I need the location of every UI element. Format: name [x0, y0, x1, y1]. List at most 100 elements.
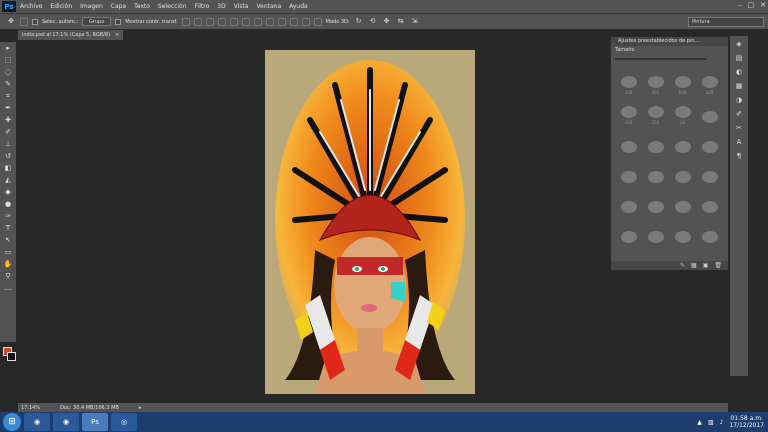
distribute-top-icon[interactable]: [253, 17, 262, 26]
align-top-icon[interactable]: [181, 17, 190, 26]
delete-icon[interactable]: 🗑: [714, 261, 722, 270]
background-color-swatch[interactable]: [7, 352, 16, 361]
rotate-3d-icon[interactable]: ↻: [354, 17, 364, 26]
menu-imagen[interactable]: Imagen: [76, 3, 107, 10]
brush-icon[interactable]: ✐: [734, 110, 744, 119]
channels-icon[interactable]: ▤: [734, 54, 744, 63]
align-right-icon[interactable]: [241, 17, 250, 26]
brush-preset[interactable]: [669, 159, 696, 185]
align-bottom-icon[interactable]: [205, 17, 214, 26]
panel-title[interactable]: Ajustes preestablecidos de pin...: [611, 37, 728, 46]
minimize-icon[interactable]: –: [738, 1, 742, 9]
auto-select-checkbox[interactable]: [32, 18, 38, 25]
menu-3d[interactable]: 3D: [213, 3, 229, 10]
distribute-right-icon[interactable]: [313, 17, 322, 26]
close-tab-icon[interactable]: ×: [115, 30, 119, 40]
path-select-tool[interactable]: ↖: [3, 236, 13, 245]
align-middle-icon[interactable]: [193, 17, 202, 26]
hand-tool[interactable]: ✋: [3, 260, 13, 269]
stamp-tool[interactable]: ⊥: [3, 140, 13, 149]
menu-seleccion[interactable]: Selección: [154, 3, 191, 10]
eyedropper-tool[interactable]: ✒: [3, 104, 13, 113]
eraser-tool[interactable]: ◧: [3, 164, 13, 173]
brush-preset[interactable]: 100: [669, 69, 696, 95]
lasso-tool[interactable]: ◌: [3, 68, 13, 77]
brush-preset[interactable]: 24: [669, 99, 696, 125]
paragraph-icon[interactable]: ¶: [734, 152, 744, 161]
workspace-select[interactable]: Pintura: [688, 17, 764, 27]
pen-tool[interactable]: ✑: [3, 212, 13, 221]
quick-select-tool[interactable]: ✎: [3, 80, 13, 89]
brush-preset[interactable]: [615, 219, 642, 245]
scale-3d-icon[interactable]: ⇲: [410, 17, 420, 26]
brush-preset[interactable]: [642, 129, 669, 155]
zoom-tool[interactable]: ⚲: [3, 272, 13, 281]
roll-3d-icon[interactable]: ⟲: [368, 17, 378, 26]
brush-preset[interactable]: 425: [696, 69, 723, 95]
menu-ayuda[interactable]: Ayuda: [285, 3, 312, 10]
menu-filtro[interactable]: Filtro: [191, 3, 214, 10]
status-arrow-icon[interactable]: ▸: [139, 405, 142, 411]
app-task-icon[interactable]: ◎: [111, 413, 137, 431]
brush-preset[interactable]: 491: [642, 69, 669, 95]
zoom-level[interactable]: 17,14%: [21, 405, 40, 411]
document-tab[interactable]: india.psd al 17,1% (Capa 5, RGB/8) ×: [18, 30, 124, 40]
brush-preset[interactable]: 100: [615, 69, 642, 95]
volume-icon[interactable]: ♪: [720, 419, 724, 426]
distribute-middle-icon[interactable]: [265, 17, 274, 26]
new-preset-icon[interactable]: ▣: [703, 261, 709, 270]
crop-tool[interactable]: ⌗: [3, 92, 13, 101]
brush-preset[interactable]: [615, 129, 642, 155]
align-center-icon[interactable]: [229, 17, 238, 26]
chrome-icon[interactable]: ◉: [53, 413, 79, 431]
brush-preset[interactable]: [642, 159, 669, 185]
slide-3d-icon[interactable]: ⇆: [396, 17, 406, 26]
align-left-icon[interactable]: [217, 17, 226, 26]
healing-tool[interactable]: ✚: [3, 116, 13, 125]
adjustments-icon[interactable]: ◑: [734, 96, 744, 105]
edit-toolbar-icon[interactable]: …: [3, 284, 13, 293]
grid-view-icon[interactable]: ▦: [691, 261, 697, 270]
brush-preset[interactable]: [696, 129, 723, 155]
color-icon[interactable]: ◐: [734, 68, 744, 77]
move-tool-icon[interactable]: ✥: [6, 17, 16, 26]
tray-icon[interactable]: ▲: [697, 419, 702, 426]
show-transform-checkbox[interactable]: [115, 18, 122, 25]
distribute-center-icon[interactable]: [301, 17, 310, 26]
type-tool[interactable]: T: [3, 224, 13, 233]
brush-preset[interactable]: 155: [642, 99, 669, 125]
shape-tool[interactable]: ▭: [3, 248, 13, 257]
marquee-tool[interactable]: ⬚: [3, 56, 13, 65]
paint-bucket-tool[interactable]: ◭: [3, 176, 13, 185]
group-select[interactable]: Grupo: [82, 17, 112, 26]
brush-preset[interactable]: [696, 99, 723, 125]
size-slider[interactable]: [615, 58, 707, 60]
brush-preset[interactable]: [642, 219, 669, 245]
swatches-icon[interactable]: ▦: [734, 82, 744, 91]
layers-icon[interactable]: ◈: [734, 40, 744, 49]
menu-ventana[interactable]: Ventana: [252, 3, 285, 10]
dodge-tool[interactable]: ●: [3, 200, 13, 209]
brush-preset[interactable]: [696, 159, 723, 185]
brush-preset[interactable]: [669, 129, 696, 155]
menu-edicion[interactable]: Edición: [46, 3, 76, 10]
character-icon[interactable]: A: [734, 138, 744, 147]
menu-vista[interactable]: Vista: [230, 3, 253, 10]
maximize-icon[interactable]: □: [748, 1, 755, 9]
move-tool[interactable]: ▸: [3, 44, 13, 53]
artwork-canvas[interactable]: [265, 50, 475, 394]
distribute-bottom-icon[interactable]: [277, 17, 286, 26]
toggle-brush-panel-icon[interactable]: ✎: [680, 261, 685, 270]
menu-texto[interactable]: Texto: [130, 3, 154, 10]
brush-preset[interactable]: [669, 219, 696, 245]
menu-capa[interactable]: Capa: [107, 3, 130, 10]
menu-archivo[interactable]: Archivo: [16, 3, 46, 10]
close-icon[interactable]: ✕: [760, 1, 766, 9]
brush-preset[interactable]: [669, 189, 696, 215]
chrome-icon[interactable]: ◉: [24, 413, 50, 431]
brush-preset[interactable]: [642, 189, 669, 215]
brush-preset[interactable]: [696, 189, 723, 215]
brush-tool[interactable]: ✐: [3, 128, 13, 137]
distribute-left-icon[interactable]: [289, 17, 298, 26]
start-button[interactable]: ⊞: [3, 413, 21, 431]
